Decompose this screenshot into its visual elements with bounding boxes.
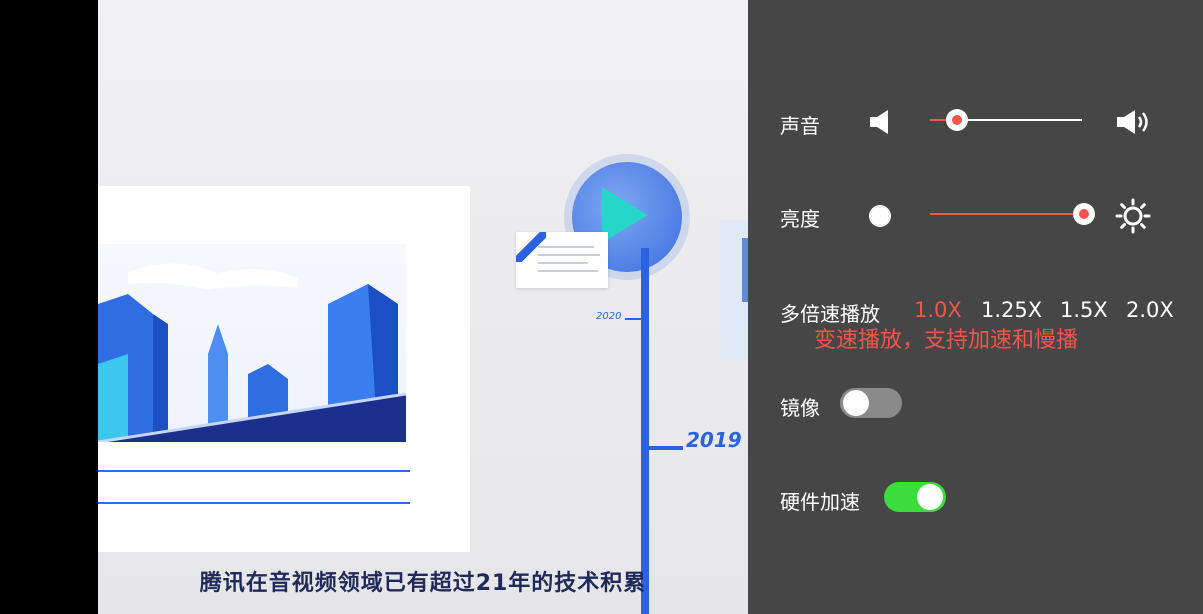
- timeline: [641, 248, 649, 614]
- certificate-graphic: [516, 232, 608, 288]
- speed-hint: 变速播放，支持加速和慢播: [814, 328, 1079, 353]
- year-label-2020: 2020: [596, 311, 622, 322]
- speed-option-1x[interactable]: 1.0X: [914, 298, 962, 322]
- sun-icon[interactable]: [1115, 198, 1151, 238]
- mirror-label: 镜像: [780, 396, 820, 420]
- speed-option-2x[interactable]: 2.0X: [1126, 298, 1174, 322]
- speed-option-1-25x[interactable]: 1.25X: [981, 298, 1042, 322]
- hw-accel-toggle[interactable]: [884, 482, 946, 512]
- volume-slider-thumb[interactable]: [946, 109, 968, 131]
- brightness-label: 亮度: [780, 207, 820, 231]
- brightness-slider-fill: [930, 213, 1084, 215]
- speaker-high-icon[interactable]: [1116, 108, 1152, 140]
- speed-option-1-5x[interactable]: 1.5X: [1060, 298, 1108, 322]
- volume-label: 声音: [780, 114, 820, 138]
- card-line: [98, 502, 410, 504]
- hw-accel-label: 硬件加速: [780, 490, 860, 514]
- card-line: [98, 470, 410, 472]
- toggle-knob: [917, 484, 943, 510]
- city-illustration: [98, 244, 406, 442]
- brightness-low-icon[interactable]: [868, 204, 892, 232]
- settings-panel: 声音 亮度 多倍速播放 1.0X 1.25X 1.5X 2.0X 变速播放，支持…: [748, 0, 1203, 614]
- timeline-tick: [625, 318, 643, 320]
- brightness-slider-thumb[interactable]: [1073, 203, 1095, 225]
- mirror-toggle[interactable]: [840, 388, 902, 418]
- document-graphic: [720, 220, 748, 360]
- timeline-tick: [649, 446, 683, 450]
- illustration-card: [98, 186, 470, 552]
- toggle-knob: [843, 390, 869, 416]
- video-subtitle: 腾讯在音视频领域已有超过21年的技术积累: [199, 571, 647, 596]
- year-label-2019: 2019: [686, 428, 742, 452]
- speaker-low-icon[interactable]: [868, 109, 892, 139]
- video-frame[interactable]: 2020 2019 腾讯在音视频领域已有超过21年的技术积累: [98, 0, 748, 614]
